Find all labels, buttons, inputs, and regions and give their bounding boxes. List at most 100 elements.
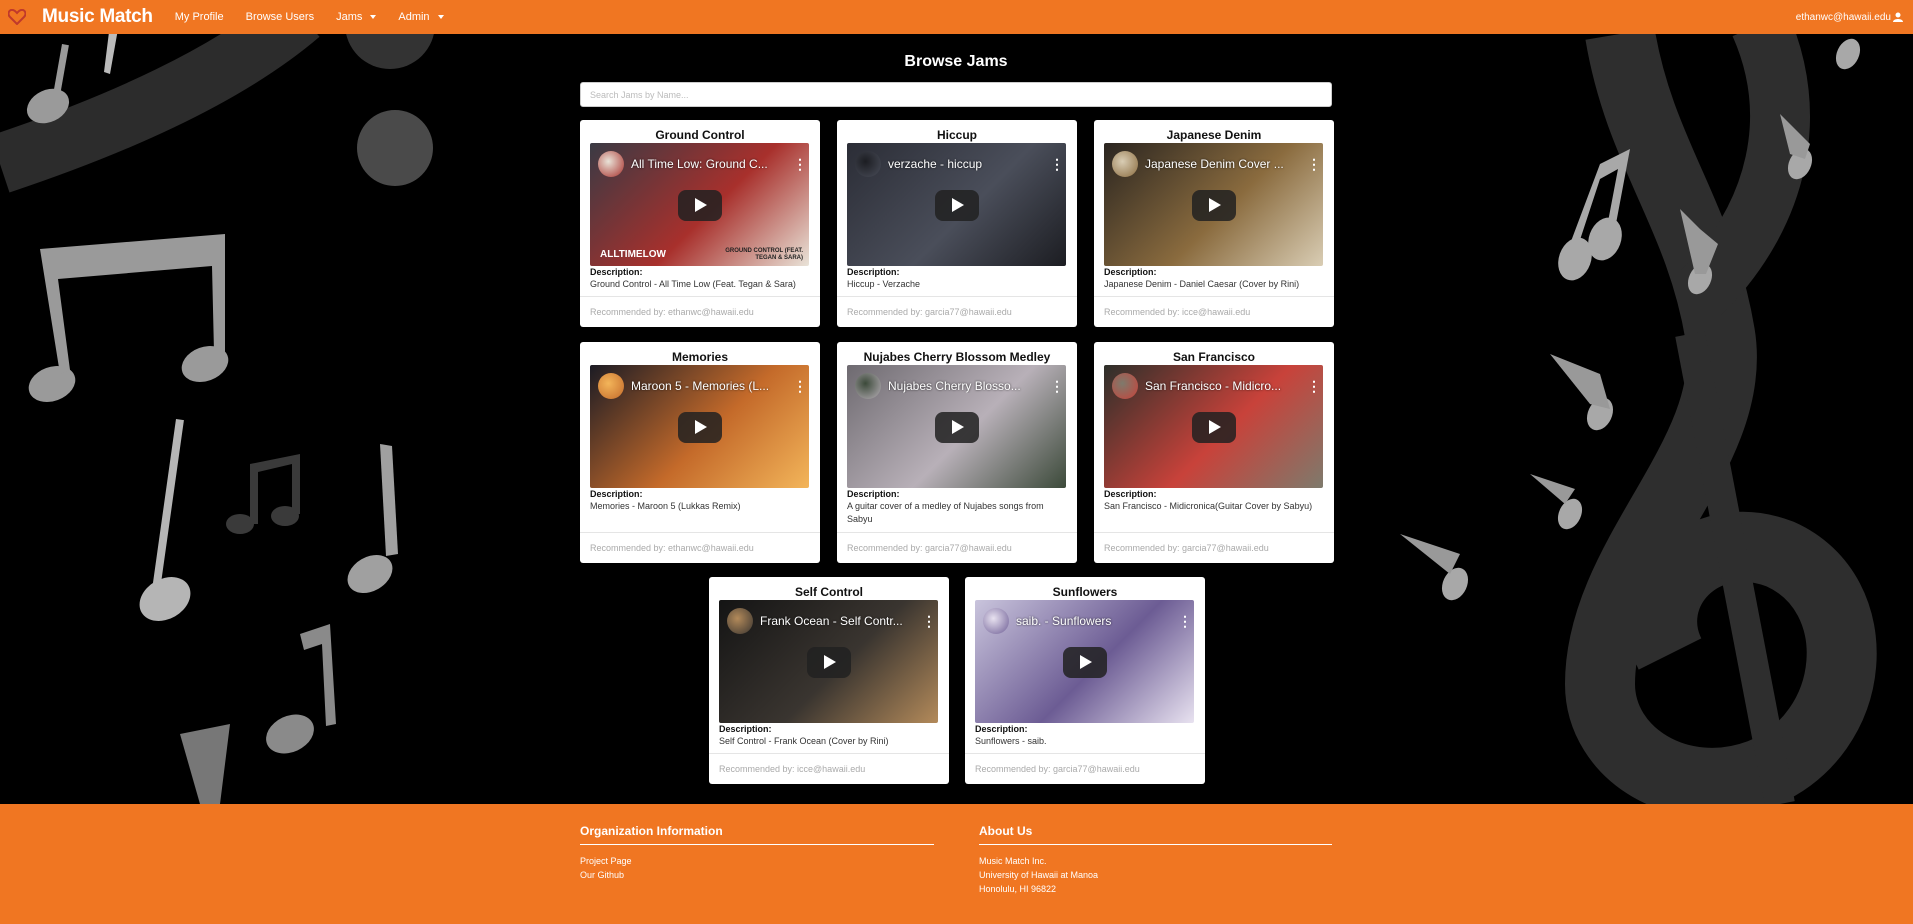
user-menu[interactable]: ethanwc@hawaii.edu (1796, 12, 1903, 23)
jam-card-title: Japanese Denim (1166, 128, 1262, 142)
video-title[interactable]: Japanese Denim Cover ... (1145, 157, 1300, 171)
youtube-video-embed[interactable]: Frank Ocean - Self Contr... ⋮ (719, 600, 938, 723)
footer-org-heading: Organization Information (580, 824, 934, 845)
jam-card: Nujabes Cherry Blossom Medley Nujabes Ch… (837, 342, 1077, 563)
caret-down-icon (437, 15, 444, 19)
jam-card-title: Self Control (795, 585, 863, 599)
play-button[interactable] (806, 646, 851, 678)
footer-link-github[interactable]: Our Github (580, 868, 934, 882)
recommended-by: Recommended by: garcia77@hawaii.edu (837, 532, 1077, 563)
jam-card: Sunflowers saib. - Sunflowers ⋮ Descript… (965, 577, 1205, 784)
video-header: verzache - hiccup ⋮ (855, 151, 1064, 177)
thumbnail-caption-left: ALLTIMELOW (600, 249, 666, 260)
nav-browse-users[interactable]: Browse Users (246, 11, 314, 23)
jam-card-title: Hiccup (936, 128, 977, 142)
footer-about-us: About Us Music Match Inc. University of … (979, 824, 1332, 896)
user-email: ethanwc@hawaii.edu (1795, 11, 1891, 23)
jam-description: Memories - Maroon 5 (Lukkas Remix) (590, 501, 741, 511)
play-icon (695, 198, 707, 212)
channel-avatar (1112, 151, 1138, 177)
play-button[interactable] (677, 189, 722, 221)
youtube-video-embed[interactable]: All Time Low: Ground C... ⋮ ALLTIMELOW GR… (590, 143, 809, 266)
video-header: Maroon 5 - Memories (L... ⋮ (598, 373, 807, 399)
more-options-icon[interactable]: ⋮ (793, 157, 807, 171)
footer-about-line: University of Hawaii at Manoa (979, 870, 1099, 880)
recommended-by: Recommended by: icce@hawaii.edu (1094, 296, 1334, 327)
jam-card: San Francisco San Francisco - Midicro...… (1094, 342, 1334, 563)
more-options-icon[interactable]: ⋮ (1050, 379, 1064, 393)
more-options-icon[interactable]: ⋮ (1307, 379, 1321, 393)
jam-card-title: Sunflowers (1052, 585, 1118, 599)
description-label: Description: (719, 724, 772, 734)
nav-jams-dropdown[interactable]: Jams (336, 11, 377, 23)
video-title[interactable]: Frank Ocean - Self Contr... (760, 614, 915, 628)
navbar: Music Match My Profile Browse Users Jams… (0, 0, 1913, 34)
video-header: San Francisco - Midicro... ⋮ (1112, 373, 1321, 399)
video-title[interactable]: Nujabes Cherry Blosso... (888, 379, 1043, 393)
video-header: Nujabes Cherry Blosso... ⋮ (855, 373, 1064, 399)
video-title[interactable]: saib. - Sunflowers (1016, 614, 1171, 628)
play-button[interactable] (1191, 411, 1236, 443)
jam-card-title: Memories (671, 350, 729, 364)
video-title[interactable]: San Francisco - Midicro... (1145, 379, 1300, 393)
channel-avatar (855, 151, 881, 177)
youtube-video-embed[interactable]: Maroon 5 - Memories (L... ⋮ (590, 365, 809, 488)
nav-admin-dropdown[interactable]: Admin (398, 11, 444, 23)
caret-down-icon (370, 15, 377, 19)
play-button[interactable] (677, 411, 722, 443)
play-button[interactable] (1062, 646, 1107, 678)
search-jams-input[interactable] (580, 82, 1332, 107)
youtube-video-embed[interactable]: Japanese Denim Cover ... ⋮ (1104, 143, 1323, 266)
video-title[interactable]: Maroon 5 - Memories (L... (631, 379, 786, 393)
play-icon (1080, 655, 1092, 669)
more-options-icon[interactable]: ⋮ (793, 379, 807, 393)
description-label: Description: (590, 489, 643, 499)
video-header: Japanese Denim Cover ... ⋮ (1112, 151, 1321, 177)
play-icon (824, 655, 836, 669)
recommended-by: Recommended by: icce@hawaii.edu (709, 753, 949, 784)
channel-avatar (1112, 373, 1138, 399)
play-icon (952, 198, 964, 212)
more-options-icon[interactable]: ⋮ (1307, 157, 1321, 171)
footer: Organization Information Project Page Ou… (0, 804, 1913, 924)
recommended-by: Recommended by: garcia77@hawaii.edu (1094, 532, 1334, 563)
youtube-video-embed[interactable]: San Francisco - Midicro... ⋮ (1104, 365, 1323, 488)
jam-description: Japanese Denim - Daniel Caesar (Cover by… (1104, 279, 1300, 289)
video-header: saib. - Sunflowers ⋮ (983, 608, 1192, 634)
channel-avatar (598, 373, 624, 399)
channel-avatar (727, 608, 753, 634)
footer-org-info: Organization Information Project Page Ou… (580, 824, 934, 882)
video-header: All Time Low: Ground C... ⋮ (598, 151, 807, 177)
more-options-icon[interactable]: ⋮ (922, 614, 936, 628)
recommended-by: Recommended by: ethanwc@hawaii.edu (580, 296, 820, 327)
play-icon (695, 420, 707, 434)
main-content: Browse Jams (580, 34, 1332, 107)
footer-about-heading: About Us (979, 824, 1332, 845)
jam-description: Hiccup - Verzache (847, 279, 921, 289)
youtube-video-embed[interactable]: saib. - Sunflowers ⋮ (975, 600, 1194, 723)
user-icon (1893, 12, 1903, 22)
heart-logo-icon[interactable] (8, 8, 26, 26)
more-options-icon[interactable]: ⋮ (1050, 157, 1064, 171)
more-options-icon[interactable]: ⋮ (1178, 614, 1192, 628)
brand-title[interactable]: Music Match (42, 6, 153, 28)
footer-about-line: Honolulu, HI 96822 (979, 884, 1057, 894)
video-title[interactable]: verzache - hiccup (888, 157, 1043, 171)
description-label: Description: (847, 267, 900, 277)
jam-card: Japanese Denim Japanese Denim Cover ... … (1094, 120, 1334, 327)
channel-avatar (983, 608, 1009, 634)
jam-card: Self Control Frank Ocean - Self Contr...… (709, 577, 949, 784)
play-button[interactable] (934, 411, 979, 443)
footer-link-project-page[interactable]: Project Page (580, 854, 934, 868)
youtube-video-embed[interactable]: verzache - hiccup ⋮ (847, 143, 1066, 266)
jam-description: Ground Control - All Time Low (Feat. Teg… (590, 279, 796, 289)
video-title[interactable]: All Time Low: Ground C... (631, 157, 786, 171)
play-button[interactable] (1191, 189, 1236, 221)
play-icon (1209, 198, 1221, 212)
nav-my-profile[interactable]: My Profile (175, 11, 224, 23)
play-button[interactable] (934, 189, 979, 221)
recommended-by: Recommended by: garcia77@hawaii.edu (965, 753, 1205, 784)
thumbnail-caption-right: GROUND CONTROL (FEAT. TEGAN & SARA) (725, 248, 803, 261)
channel-avatar (855, 373, 881, 399)
youtube-video-embed[interactable]: Nujabes Cherry Blosso... ⋮ (847, 365, 1066, 488)
